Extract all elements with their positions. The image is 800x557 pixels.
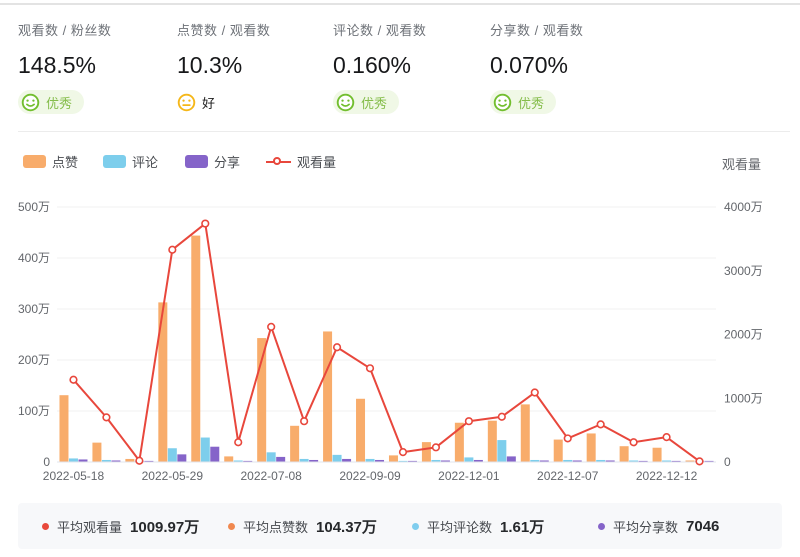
right-axis-title: 观看量 bbox=[722, 157, 762, 172]
line-point[interactable] bbox=[530, 388, 539, 397]
legend-label: 分享 bbox=[214, 155, 241, 170]
right-axis-tick: 3000万 bbox=[724, 264, 763, 278]
summary-label: 平均点赞数 bbox=[243, 519, 309, 535]
line-point[interactable] bbox=[464, 417, 473, 426]
line-point[interactable] bbox=[563, 434, 572, 443]
stat-value: 10.3% bbox=[177, 52, 243, 78]
gridlines: 0 100万 200万 300万 400万 500万 bbox=[18, 200, 716, 469]
stat-label: 点赞数 / 观看数 bbox=[177, 23, 271, 38]
summary-label: 平均分享数 bbox=[613, 519, 679, 535]
right-axis-tick: 0 bbox=[724, 455, 731, 469]
right-axis-tick: 1000万 bbox=[724, 391, 763, 405]
summary-value: 7046 bbox=[686, 517, 720, 535]
x-axis-tick: 2022-12-07 bbox=[537, 469, 599, 483]
legend-label: 评论 bbox=[132, 155, 159, 170]
line-point[interactable] bbox=[596, 420, 605, 429]
summary-label: 平均观看量 bbox=[57, 519, 123, 535]
top-border bbox=[0, 3, 800, 5]
right-axis-tick: 2000万 bbox=[724, 328, 763, 342]
smiley-happy-icon bbox=[21, 93, 40, 111]
summary-value: 1.61万 bbox=[500, 518, 545, 536]
smiley-happy-icon bbox=[336, 93, 355, 111]
smiley-neutral-icon bbox=[177, 93, 196, 111]
line-point[interactable] bbox=[662, 433, 671, 442]
line-point[interactable] bbox=[300, 417, 309, 426]
chart-canvas[interactable]: 0 100万 200万 300万 400万 500万 0 1000万 2000万 3000万 400… bbox=[0, 190, 800, 500]
stat-card-views-to-fans: 观看数 / 粉丝数 148.5% 优秀 bbox=[18, 20, 111, 117]
stat-value: 148.5% bbox=[18, 52, 97, 78]
stat-value: 0.160% bbox=[333, 52, 412, 78]
line-point[interactable] bbox=[497, 412, 506, 421]
left-axis-tick: 0 bbox=[43, 455, 50, 469]
line-point[interactable] bbox=[431, 443, 441, 452]
legend-item-comments[interactable]: 评论 bbox=[103, 152, 158, 171]
likes-swatch-icon bbox=[23, 155, 46, 168]
summary-avg-comments: 平均评论数 1.61万 bbox=[412, 503, 544, 549]
summary-avg-views: 平均观看量 1009.97万 bbox=[42, 503, 199, 549]
legend-item-views[interactable]: 观看量 bbox=[266, 152, 336, 171]
stat-card-shares-to-views: 分享数 / 观看数 0.070% 优秀 bbox=[490, 20, 583, 117]
x-axis-tick: 2022-12-01 bbox=[438, 469, 500, 483]
line-point[interactable] bbox=[102, 413, 111, 422]
line-point[interactable] bbox=[629, 438, 638, 447]
summary-bar: 平均观看量 1009.97万 平均点赞数 104.37万 平均评论数 1.61万… bbox=[18, 503, 782, 549]
rating-text: 优秀 bbox=[46, 95, 73, 111]
summary-value: 1009.97万 bbox=[130, 518, 200, 536]
line-point[interactable] bbox=[168, 245, 177, 254]
stat-card-comments-to-views: 评论数 / 观看数 0.160% 优秀 bbox=[333, 20, 426, 117]
rating-badge: 优秀 bbox=[18, 90, 85, 114]
legend-label: 观看量 bbox=[297, 155, 337, 170]
legend-label: 点赞 bbox=[52, 155, 79, 170]
line-point[interactable] bbox=[365, 364, 375, 373]
x-axis-tick: 2022-05-18 bbox=[43, 469, 105, 483]
summary-label: 平均评论数 bbox=[427, 519, 493, 535]
x-axis-tick: 2022-05-29 bbox=[142, 469, 204, 483]
left-axis-tick: 400万 bbox=[18, 251, 50, 265]
likes-dot-icon bbox=[228, 522, 235, 530]
line-point[interactable] bbox=[398, 448, 408, 457]
views-dot-icon bbox=[42, 522, 49, 530]
comments-swatch-icon bbox=[103, 155, 126, 168]
rating-badge: 好 bbox=[177, 90, 227, 114]
stat-label: 观看数 / 粉丝数 bbox=[18, 23, 112, 38]
line-point[interactable] bbox=[234, 438, 243, 447]
smiley-happy-icon bbox=[493, 93, 512, 111]
stat-card-likes-to-views: 点赞数 / 观看数 10.3% 好 bbox=[177, 20, 270, 117]
section-divider bbox=[18, 131, 790, 132]
rating-badge: 优秀 bbox=[333, 90, 400, 114]
summary-avg-likes: 平均点赞数 104.37万 bbox=[228, 503, 377, 549]
line-point[interactable] bbox=[201, 219, 210, 228]
right-axis-tick: 4000万 bbox=[724, 200, 763, 214]
summary-value: 104.37万 bbox=[316, 518, 377, 536]
x-axis-tick: 2022-09-09 bbox=[339, 469, 401, 483]
rating-text: 优秀 bbox=[361, 95, 388, 111]
left-axis-tick: 200万 bbox=[18, 353, 50, 367]
rating-badge: 优秀 bbox=[490, 90, 557, 114]
line-point[interactable] bbox=[69, 375, 78, 384]
line-point[interactable] bbox=[135, 456, 144, 465]
comments-dot-icon bbox=[412, 522, 419, 530]
x-axis-tick: 2022-07-08 bbox=[240, 469, 302, 483]
shares-dot-icon bbox=[598, 522, 605, 530]
shares-swatch-icon bbox=[185, 155, 208, 168]
stat-label: 分享数 / 观看数 bbox=[490, 23, 584, 38]
line-marker-icon bbox=[266, 155, 291, 168]
legend-item-likes[interactable]: 点赞 bbox=[23, 152, 78, 171]
stat-value: 0.070% bbox=[490, 52, 569, 78]
stat-label: 评论数 / 观看数 bbox=[333, 23, 427, 38]
left-axis-tick: 500万 bbox=[18, 200, 50, 214]
dashboard: 观看数 / 粉丝数 148.5% 优秀 点赞数 / 观看数 10.3% 好 评论… bbox=[0, 0, 800, 557]
left-axis-tick: 100万 bbox=[18, 404, 50, 418]
summary-avg-shares: 平均分享数 7046 bbox=[598, 503, 719, 549]
left-axis-tick: 300万 bbox=[18, 302, 50, 316]
line-point[interactable] bbox=[332, 343, 342, 352]
line-point[interactable] bbox=[695, 457, 704, 466]
rating-text: 优秀 bbox=[518, 95, 545, 111]
x-axis-tick: 2022-12-12 bbox=[636, 469, 698, 483]
legend-item-shares[interactable]: 分享 bbox=[185, 152, 240, 171]
line-point[interactable] bbox=[267, 322, 276, 331]
rating-text: 好 bbox=[202, 95, 216, 111]
